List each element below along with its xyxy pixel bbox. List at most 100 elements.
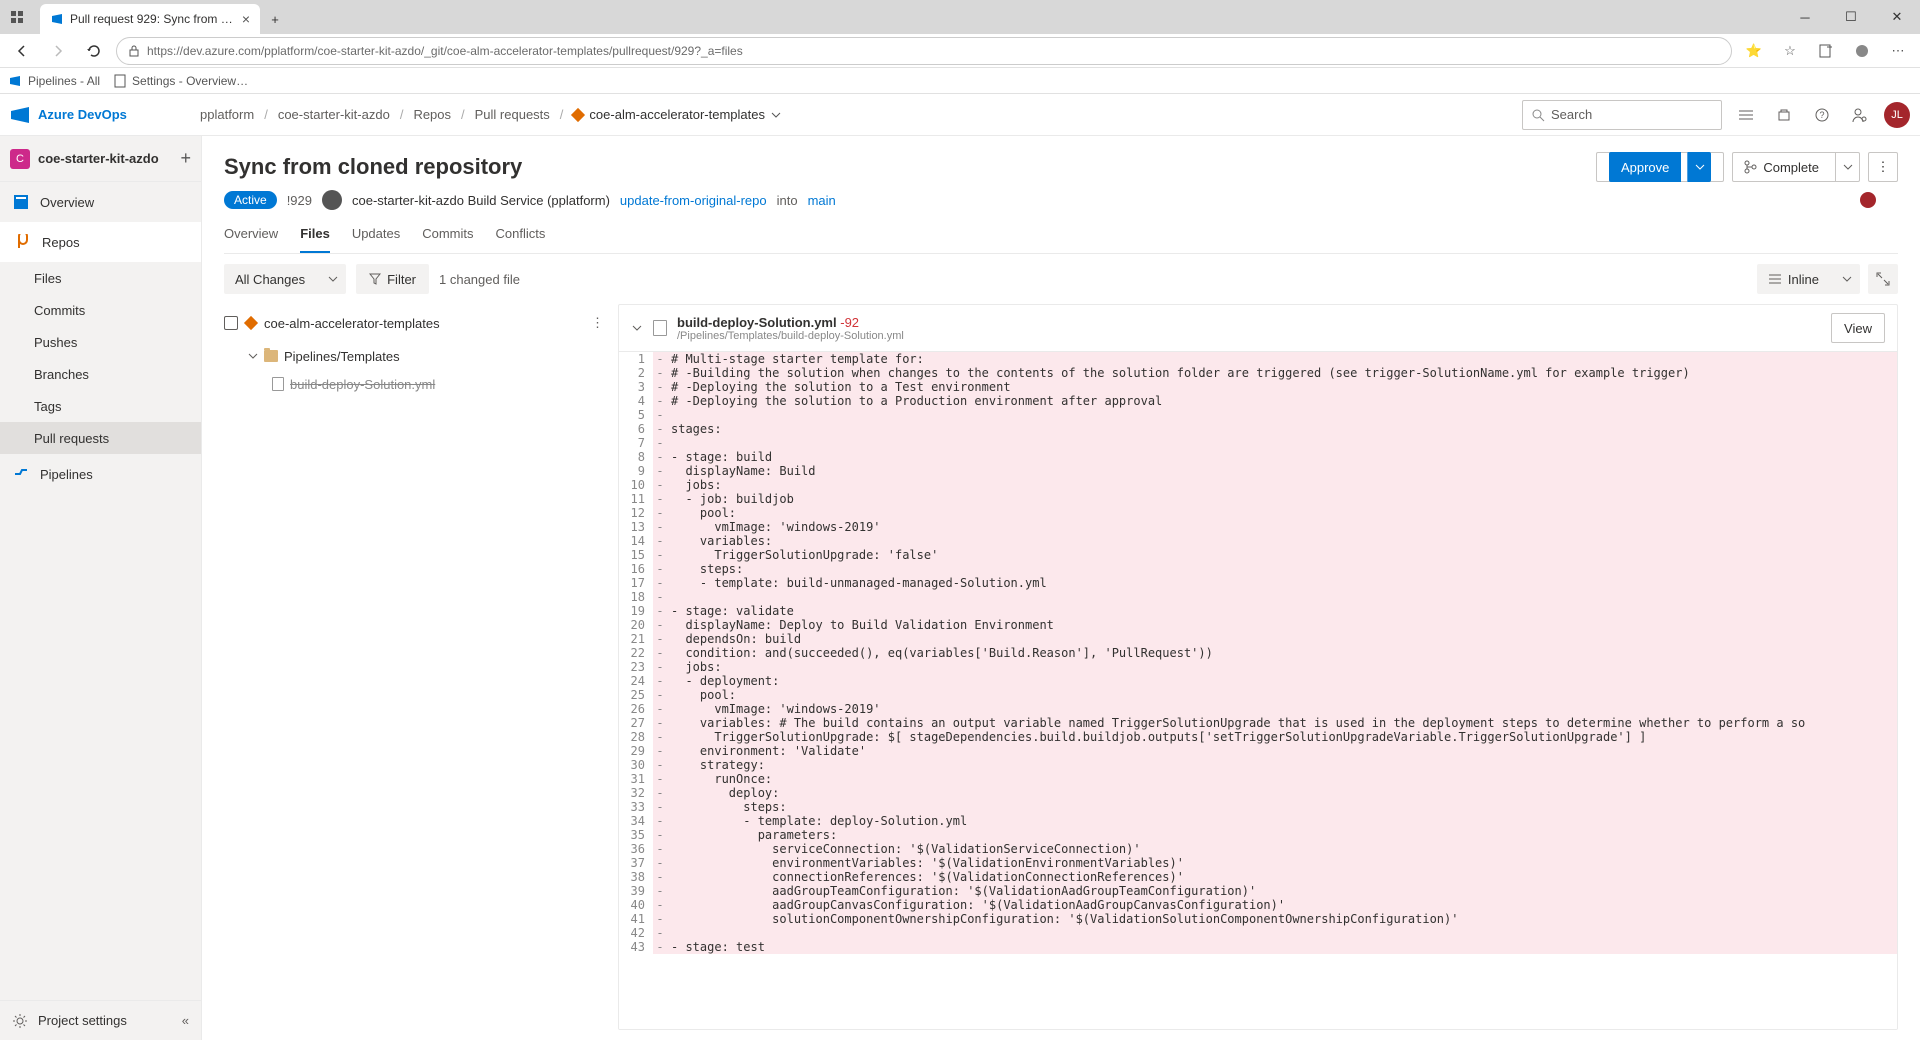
nav-label: Pushes xyxy=(34,335,77,350)
user-avatar[interactable]: JL xyxy=(1884,102,1910,128)
marketplace-icon[interactable] xyxy=(1770,101,1798,129)
app-menu-icon[interactable] xyxy=(0,0,34,34)
code-viewer[interactable]: 1-# Multi-stage starter template for:2-#… xyxy=(619,352,1897,1029)
tree-folder[interactable]: Pipelines/Templates xyxy=(224,342,604,370)
browser-tab[interactable]: Pull request 929: Sync from clone… × xyxy=(40,4,260,34)
tab-close-icon[interactable]: × xyxy=(242,11,250,27)
file-tree-root[interactable]: coe-alm-accelerator-templates xyxy=(264,316,440,331)
reading-list-icon[interactable]: ⭐ xyxy=(1740,37,1768,65)
code-line: 31- runOnce: xyxy=(619,772,1897,786)
tree-file[interactable]: build-deploy-Solution.yml xyxy=(224,370,604,398)
approve-dropdown-icon[interactable] xyxy=(1687,152,1711,182)
tab-files[interactable]: Files xyxy=(300,226,330,253)
forward-button[interactable] xyxy=(44,37,72,65)
code-line: 38- connectionReferences: '$(ValidationC… xyxy=(619,870,1897,884)
address-bar[interactable]: https://dev.azure.com/pplatform/coe-star… xyxy=(116,37,1732,65)
window-maximize-icon[interactable]: ☐ xyxy=(1828,0,1874,34)
code-line: 10- jobs: xyxy=(619,478,1897,492)
collapse-file-icon[interactable] xyxy=(631,322,643,334)
code-line: 29- environment: 'Validate' xyxy=(619,744,1897,758)
ado-logo[interactable]: Azure DevOps xyxy=(10,105,200,125)
crumb-prs[interactable]: Pull requests xyxy=(475,107,550,122)
code-line: 33- steps: xyxy=(619,800,1897,814)
view-file-button[interactable]: View xyxy=(1831,313,1885,343)
new-tab-button[interactable]: + xyxy=(260,4,290,34)
refresh-button[interactable] xyxy=(80,37,108,65)
pr-id: !929 xyxy=(287,193,312,208)
select-all-checkbox[interactable] xyxy=(224,316,238,330)
nav-tags[interactable]: Tags xyxy=(0,390,201,422)
crumb-org[interactable]: pplatform xyxy=(200,107,254,122)
source-branch-link[interactable]: update-from-original-repo xyxy=(620,193,767,208)
crumb-repo[interactable]: coe-alm-accelerator-templates xyxy=(573,107,781,122)
folder-name: Pipelines/Templates xyxy=(284,349,400,364)
favorites-icon[interactable]: ☆ xyxy=(1776,37,1804,65)
window-minimize-icon[interactable]: ─ xyxy=(1782,0,1828,34)
browser-menu-icon[interactable]: ⋯ xyxy=(1884,37,1912,65)
help-icon[interactable]: ? xyxy=(1808,101,1836,129)
breadcrumb-sep: / xyxy=(264,107,268,122)
change-summary: 1 changed file xyxy=(439,272,520,287)
code-line: 15- TriggerSolutionUpgrade: 'false' xyxy=(619,548,1897,562)
nav-repos[interactable]: Repos xyxy=(0,222,201,262)
chevron-down-icon xyxy=(771,110,781,120)
inline-label: Inline xyxy=(1788,272,1819,287)
complete-dropdown-icon[interactable] xyxy=(1835,152,1859,182)
bookmark-item[interactable]: Settings - Overview… xyxy=(114,74,248,88)
crumb-project[interactable]: coe-starter-kit-azdo xyxy=(278,107,390,122)
collapse-nav-icon[interactable]: « xyxy=(182,1013,189,1028)
crumb-repos[interactable]: Repos xyxy=(413,107,451,122)
add-project-icon[interactable]: + xyxy=(180,148,191,169)
nav-commits[interactable]: Commits xyxy=(0,294,201,326)
reviewer-avatar-icon[interactable] xyxy=(1860,192,1876,208)
code-line: 16- steps: xyxy=(619,562,1897,576)
list-view-icon[interactable] xyxy=(1732,101,1760,129)
nav-pull-requests[interactable]: Pull requests xyxy=(0,422,201,454)
code-line: 25- pool: xyxy=(619,688,1897,702)
target-branch-link[interactable]: main xyxy=(808,193,836,208)
nav-label: Commits xyxy=(34,303,85,318)
tab-overview[interactable]: Overview xyxy=(224,226,278,253)
project-settings-link[interactable]: Project settings xyxy=(38,1013,127,1028)
profile-icon[interactable] xyxy=(1848,37,1876,65)
diff-toolbar: All Changes Filter 1 changed file Inline xyxy=(202,254,1920,304)
collections-icon[interactable] xyxy=(1812,37,1840,65)
nav-branches[interactable]: Branches xyxy=(0,358,201,390)
search-input[interactable]: Search xyxy=(1522,100,1722,130)
complete-button[interactable]: Complete xyxy=(1732,152,1860,182)
code-line: 4-# -Deploying the solution to a Product… xyxy=(619,394,1897,408)
ado-header: Azure DevOps pplatform / coe-starter-kit… xyxy=(0,94,1920,136)
back-button[interactable] xyxy=(8,37,36,65)
inline-view-dropdown[interactable]: Inline xyxy=(1757,264,1860,294)
nav-pipelines[interactable]: Pipelines xyxy=(0,454,201,494)
nav-overview[interactable]: Overview xyxy=(0,182,201,222)
nav-label: Pull requests xyxy=(34,431,109,446)
complete-label: Complete xyxy=(1763,160,1819,175)
nav-pushes[interactable]: Pushes xyxy=(0,326,201,358)
tab-updates[interactable]: Updates xyxy=(352,226,400,253)
user-settings-icon[interactable] xyxy=(1846,101,1874,129)
nav-files[interactable]: Files xyxy=(0,262,201,294)
file-tree-more-icon[interactable]: ⋮ xyxy=(591,315,604,331)
fullscreen-button[interactable] xyxy=(1868,264,1898,294)
product-name: Azure DevOps xyxy=(38,107,127,122)
bookmark-item[interactable]: Pipelines - All xyxy=(8,74,100,88)
repo-icon xyxy=(244,316,258,330)
project-selector[interactable]: C coe-starter-kit-azdo + xyxy=(0,136,201,182)
overview-icon xyxy=(12,193,30,211)
all-changes-dropdown[interactable]: All Changes xyxy=(224,264,346,294)
code-line: 26- vmImage: 'windows-2019' xyxy=(619,702,1897,716)
ado-favicon-icon xyxy=(8,74,22,88)
chevron-down-icon xyxy=(328,274,338,284)
approve-button[interactable]: Approve xyxy=(1596,152,1724,182)
tab-conflicts[interactable]: Conflicts xyxy=(496,226,546,253)
bookmarks-bar: Pipelines - All Settings - Overview… xyxy=(0,68,1920,94)
code-line: 40- aadGroupCanvasConfiguration: '$(Vali… xyxy=(619,898,1897,912)
tab-commits[interactable]: Commits xyxy=(422,226,473,253)
azure-devops-icon xyxy=(10,105,30,125)
filter-button[interactable]: Filter xyxy=(356,264,429,294)
more-actions-button[interactable]: ⋮ xyxy=(1868,152,1898,182)
diff-file-name: build-deploy-Solution.yml -92 xyxy=(677,315,904,330)
window-close-icon[interactable]: ✕ xyxy=(1874,0,1920,34)
project-name: coe-starter-kit-azdo xyxy=(38,151,172,166)
